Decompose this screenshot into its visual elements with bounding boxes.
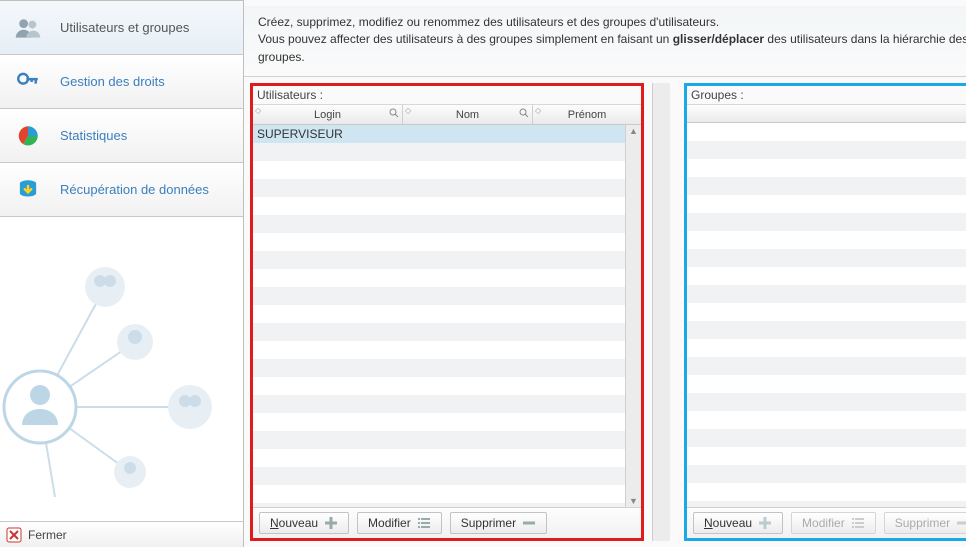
sidebar-item-label: Gestion des droits (60, 74, 165, 89)
column-group[interactable] (687, 105, 966, 122)
groups-table-header (687, 105, 966, 123)
users-table-header: ◇ Login ◇ Nom ◇ (253, 105, 641, 125)
close-icon (6, 527, 22, 543)
list-icon (417, 516, 431, 530)
users-panel: Utilisateurs : ◇ Login ◇ Nom (250, 83, 644, 541)
database-download-icon (14, 176, 42, 204)
sort-icon: ◇ (255, 106, 261, 115)
sidebar-item-rights[interactable]: Gestion des droits (0, 55, 243, 109)
sidebar-item-label: Récupération de données (60, 182, 209, 197)
users-panel-footer: Nouveau Modifier Supprimer (253, 507, 641, 538)
delete-user-button[interactable]: Supprimer (450, 512, 547, 534)
scrollbar-vertical[interactable] (625, 125, 641, 507)
piechart-icon (14, 122, 42, 150)
groups-panel-title: Groupes : (687, 86, 966, 105)
groups-table-body[interactable] (687, 123, 966, 507)
scrollbar-vertical[interactable] (652, 83, 670, 541)
groups-panel: Groupes : Nouveau Modifier (684, 83, 966, 541)
plus-icon (324, 516, 338, 530)
column-nom[interactable]: ◇ Nom (403, 105, 533, 124)
groups-panel-footer: Nouveau Modifier Supprimer (687, 507, 966, 538)
users-table-body[interactable]: SUPERVISEUR (253, 125, 641, 507)
key-icon (14, 68, 42, 96)
network-decoration (0, 217, 243, 521)
table-row[interactable]: SUPERVISEUR (253, 125, 641, 143)
cell-login: SUPERVISEUR (253, 127, 403, 141)
page-description: Créez, supprimez, modifiez ou renommez d… (244, 6, 966, 77)
sidebar-item-users-groups[interactable]: Utilisateurs et groupes (0, 1, 243, 55)
close-label: Fermer (28, 528, 67, 542)
sort-icon: ◇ (405, 106, 411, 115)
sidebar-item-recovery[interactable]: Récupération de données (0, 163, 243, 217)
minus-icon (522, 516, 536, 530)
new-group-button[interactable]: Nouveau (693, 512, 783, 534)
search-icon[interactable] (519, 108, 529, 118)
modify-group-button: Modifier (791, 512, 876, 534)
sidebar-item-label: Utilisateurs et groupes (60, 20, 189, 35)
sidebar-item-label: Statistiques (60, 128, 127, 143)
users-icon (14, 14, 42, 42)
sidebar: Utilisateurs et groupes Gestion des droi… (0, 0, 244, 547)
users-panel-title: Utilisateurs : (253, 86, 641, 105)
close-button[interactable]: Fermer (0, 521, 243, 547)
column-prenom[interactable]: ◇ Prénom (533, 105, 641, 124)
minus-icon (956, 516, 966, 530)
search-icon[interactable] (389, 108, 399, 118)
delete-group-button: Supprimer (884, 512, 966, 534)
modify-user-button[interactable]: Modifier (357, 512, 442, 534)
content-area: Créez, supprimez, modifiez ou renommez d… (244, 0, 966, 547)
list-icon (851, 516, 865, 530)
plus-icon (758, 516, 772, 530)
sidebar-item-stats[interactable]: Statistiques (0, 109, 243, 163)
sort-icon: ◇ (535, 106, 541, 115)
new-user-button[interactable]: Nouveau (259, 512, 349, 534)
column-login[interactable]: ◇ Login (253, 105, 403, 124)
